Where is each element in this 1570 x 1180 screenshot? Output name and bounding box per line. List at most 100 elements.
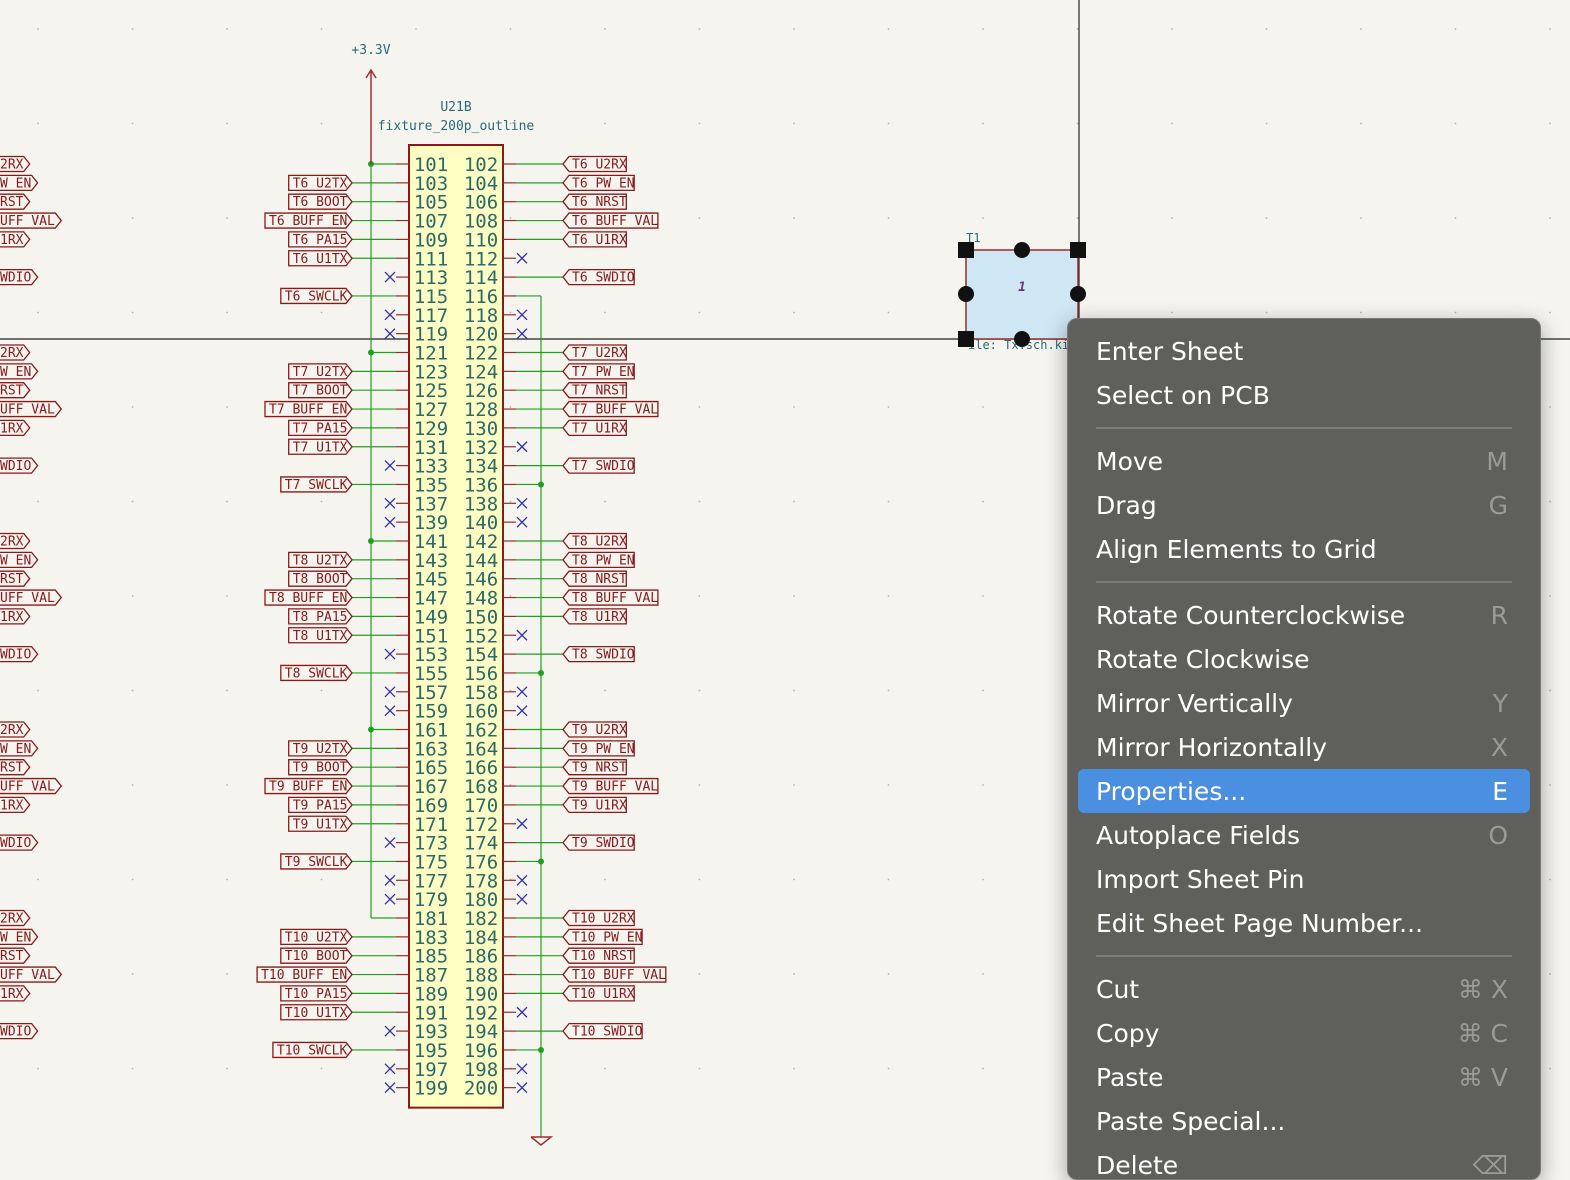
net-label[interactable]: T6_NRST bbox=[562, 193, 627, 210]
net-label[interactable]: T9_BUFF_EN bbox=[264, 777, 353, 795]
menu-item-cut[interactable]: Cut ⌘ X bbox=[1078, 967, 1530, 1011]
net-label[interactable]: UFF_VAL bbox=[0, 589, 63, 606]
menu-item-select-on-pcb[interactable]: Select on PCB bbox=[1078, 373, 1530, 417]
net-label[interactable]: UFF_VAL bbox=[0, 966, 63, 983]
net-label[interactable]: T9_BUFF_VAL bbox=[562, 777, 659, 795]
menu-item-rotate-counterclockwise[interactable]: Rotate Counterclockwise R bbox=[1078, 593, 1530, 637]
resize-handle[interactable] bbox=[958, 331, 974, 347]
menu-item-edit-sheet-page-number[interactable]: Edit Sheet Page Number... bbox=[1078, 901, 1530, 945]
resize-handle[interactable] bbox=[1014, 242, 1030, 258]
net-label[interactable]: T10_BOOT bbox=[280, 947, 353, 964]
net-label[interactable]: T8_BUFF_EN bbox=[264, 589, 353, 606]
net-label[interactable]: T10_U1TX bbox=[280, 1004, 353, 1021]
net-label[interactable]: T9_PW_EN bbox=[562, 740, 635, 757]
net-label[interactable]: RST bbox=[0, 193, 31, 210]
net-label[interactable]: T7_U2TX bbox=[288, 363, 353, 380]
net-label[interactable]: T8_U1TX bbox=[288, 627, 353, 644]
net-label[interactable]: 2RX bbox=[0, 155, 31, 173]
ground-symbol[interactable] bbox=[530, 1136, 554, 1146]
net-label[interactable]: T6_U2TX bbox=[288, 174, 353, 191]
net-label[interactable]: 1RX bbox=[0, 419, 31, 436]
net-label[interactable]: T9_BOOT bbox=[288, 759, 353, 776]
net-label[interactable]: T10_BUFF_EN bbox=[256, 966, 353, 983]
net-label[interactable]: W_EN bbox=[0, 551, 39, 568]
net-label[interactable]: T8_BUFF_VAL bbox=[562, 589, 659, 606]
net-label[interactable]: WDIO bbox=[0, 645, 39, 663]
menu-item-import-sheet-pin[interactable]: Import Sheet Pin bbox=[1078, 857, 1530, 901]
net-label[interactable]: W_EN bbox=[0, 363, 39, 380]
net-label[interactable]: UFF_VAL bbox=[0, 777, 63, 795]
net-label[interactable]: T6_U1RX bbox=[562, 231, 627, 248]
net-label[interactable]: RST bbox=[0, 382, 31, 399]
net-label[interactable]: T9_SWDIO bbox=[562, 834, 635, 851]
menu-item-move[interactable]: Move M bbox=[1078, 439, 1530, 483]
net-label[interactable]: UFF_VAL bbox=[0, 400, 63, 418]
net-label[interactable]: T7_BOOT bbox=[288, 382, 353, 399]
net-label[interactable]: 2RX bbox=[0, 721, 31, 738]
menu-item-paste[interactable]: Paste ⌘ V bbox=[1078, 1055, 1530, 1099]
menu-item-align-elements-to-grid[interactable]: Align Elements to Grid bbox=[1078, 527, 1530, 571]
net-label[interactable]: T8_SWDIO bbox=[562, 645, 635, 663]
net-label[interactable]: T6_U1TX bbox=[288, 250, 353, 267]
net-label[interactable]: 2RX bbox=[0, 532, 31, 550]
net-label[interactable]: T9_U2RX bbox=[562, 721, 627, 738]
net-label[interactable]: T6_PA15 bbox=[288, 231, 353, 248]
net-label[interactable]: W_EN bbox=[0, 174, 39, 191]
resize-handle[interactable] bbox=[1070, 286, 1086, 302]
net-label[interactable]: T8_SWCLK bbox=[280, 664, 353, 681]
net-label[interactable]: T9_PA15 bbox=[288, 796, 353, 813]
symbol-u21b[interactable]: 101 102103 104105 106107 108109 110111 112113 1… bbox=[396, 144, 516, 1109]
menu-item-mirror-vertically[interactable]: Mirror Vertically Y bbox=[1078, 681, 1530, 725]
net-label[interactable]: T7_SWCLK bbox=[280, 476, 353, 493]
net-label[interactable]: RST bbox=[0, 759, 31, 776]
net-label[interactable]: 2RX bbox=[0, 344, 31, 361]
net-label[interactable]: T8_U2TX bbox=[288, 551, 353, 568]
net-label[interactable]: T7_U2RX bbox=[562, 344, 627, 361]
net-label[interactable]: W_EN bbox=[0, 928, 39, 945]
menu-item-delete[interactable]: Delete ⌫ bbox=[1078, 1143, 1530, 1179]
net-label[interactable]: T9_U1TX bbox=[288, 815, 353, 832]
power-symbol-3v3[interactable]: +3.3V bbox=[351, 43, 391, 164]
net-label[interactable]: T8_PA15 bbox=[288, 608, 353, 625]
net-label[interactable]: RST bbox=[0, 570, 31, 587]
menu-item-copy[interactable]: Copy ⌘ C bbox=[1078, 1011, 1530, 1055]
net-label[interactable]: T10_BUFF_VAL bbox=[562, 966, 667, 983]
menu-item-enter-sheet[interactable]: Enter Sheet bbox=[1078, 329, 1530, 373]
net-label[interactable]: WDIO bbox=[0, 268, 39, 286]
menu-item-autoplace-fields[interactable]: Autoplace Fields O bbox=[1078, 813, 1530, 857]
net-label[interactable]: T8_PW_EN bbox=[562, 551, 635, 568]
net-label[interactable]: T7_SWDIO bbox=[562, 457, 635, 474]
net-label[interactable]: T10_NRST bbox=[562, 947, 635, 964]
net-label[interactable]: T8_U2RX bbox=[562, 532, 627, 550]
net-label[interactable]: T10_U2TX bbox=[280, 928, 353, 945]
net-label[interactable]: T6_SWDIO bbox=[562, 268, 635, 286]
net-label[interactable]: T7_PA15 bbox=[288, 419, 353, 436]
net-label[interactable]: T6_U2RX bbox=[562, 155, 627, 173]
resize-handle[interactable] bbox=[958, 242, 974, 258]
net-label[interactable]: T9_NRST bbox=[562, 759, 627, 776]
net-label[interactable]: T10_PW_EN bbox=[562, 928, 643, 945]
menu-item-rotate-clockwise[interactable]: Rotate Clockwise bbox=[1078, 637, 1530, 681]
net-label[interactable]: T8_NRST bbox=[562, 570, 627, 587]
net-label[interactable]: 2RX bbox=[0, 909, 31, 927]
resize-handle[interactable] bbox=[1070, 242, 1086, 258]
net-label[interactable]: WDIO bbox=[0, 1022, 39, 1040]
net-label[interactable]: T10_U1RX bbox=[562, 985, 635, 1002]
net-label[interactable]: 1RX bbox=[0, 985, 31, 1002]
net-label[interactable]: T7_PW_EN bbox=[562, 363, 635, 380]
net-label[interactable]: T6_BOOT bbox=[288, 193, 353, 210]
net-label[interactable]: WDIO bbox=[0, 457, 39, 474]
net-label[interactable]: T7_BUFF_EN bbox=[264, 400, 353, 418]
net-label[interactable]: T10_SWDIO bbox=[562, 1022, 643, 1040]
menu-item-mirror-horizontally[interactable]: Mirror Horizontally X bbox=[1078, 725, 1530, 769]
menu-item-paste-special[interactable]: Paste Special... bbox=[1078, 1099, 1530, 1143]
net-label[interactable]: T8_BOOT bbox=[288, 570, 353, 587]
net-label[interactable]: T9_U1RX bbox=[562, 796, 627, 813]
net-label[interactable]: UFF_VAL bbox=[0, 212, 63, 229]
net-label[interactable]: T6_PW_EN bbox=[562, 174, 635, 191]
net-label[interactable]: T10_U2RX bbox=[562, 909, 635, 927]
net-label[interactable]: 1RX bbox=[0, 231, 31, 248]
net-label[interactable]: T8_U1RX bbox=[562, 608, 627, 625]
net-label[interactable]: 1RX bbox=[0, 608, 31, 625]
resize-handle[interactable] bbox=[958, 286, 974, 302]
